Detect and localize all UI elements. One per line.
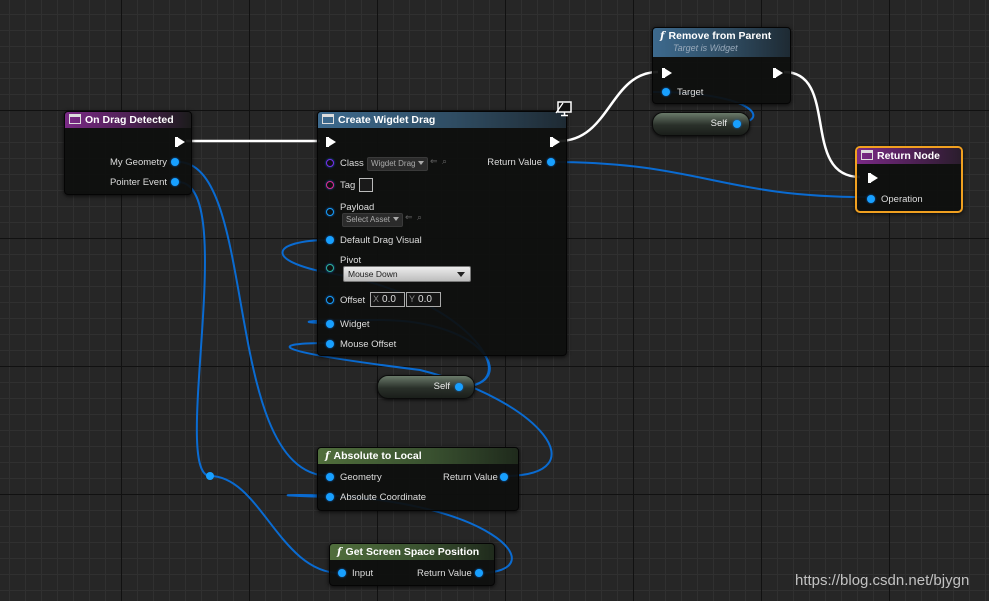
create-widget-drag-node[interactable]: Create Wigdet Drag Class Wigdet Drag ⇐ ⌕… (317, 111, 567, 356)
exec-out-pin[interactable] (773, 68, 783, 78)
geometry-pin[interactable] (326, 473, 334, 481)
x-axis-label: X (373, 294, 380, 304)
pivot-label: Pivot (340, 255, 362, 266)
exec-in-pin[interactable] (662, 68, 672, 78)
function-icon: f (337, 546, 342, 558)
absolute-coordinate-pin[interactable] (326, 493, 334, 501)
remove-from-parent-title: Remove from Parent (668, 30, 772, 42)
offset-label: Offset (340, 295, 366, 306)
browse-arrow-icon[interactable]: ⇐ (430, 156, 438, 167)
exec-out-pin[interactable] (175, 137, 185, 147)
return-node-icon (861, 150, 873, 160)
self-label: Self (710, 118, 727, 129)
pivot-dropdown-value: Mouse Down (348, 269, 398, 279)
pointer-event-label: Pointer Event (109, 177, 167, 188)
remove-from-parent-subtitle: Target is Widget (673, 43, 738, 53)
search-icon[interactable]: ⌕ (417, 212, 422, 223)
return-node[interactable]: Return Node Operation (855, 146, 963, 213)
mouse-offset-pin[interactable] (326, 340, 334, 348)
y-axis-label: Y (409, 294, 416, 304)
exec-wire-create-to-remove (558, 70, 659, 143)
remove-from-parent-header[interactable]: f Remove from Parent Target is Widget (653, 28, 790, 57)
chevron-down-icon (393, 217, 400, 221)
absolute-coordinate-label: Absolute Coordinate (340, 492, 427, 503)
return-node-title: Return Node (877, 150, 940, 162)
offset-pin[interactable] (326, 296, 334, 304)
offset-y-value: 0.0 (418, 294, 432, 305)
absolute-to-local-title: Absolute to Local (333, 450, 422, 462)
mouse-offset-label: Mouse Offset (340, 339, 397, 350)
offset-y-input[interactable]: Y 0.0 (406, 292, 441, 307)
widget-pin[interactable] (326, 320, 334, 328)
class-pin[interactable] (326, 159, 334, 167)
input-pin[interactable] (338, 569, 346, 577)
my-geometry-label: My Geometry (109, 157, 167, 168)
target-label: Target (677, 87, 704, 98)
offset-x-value: 0.0 (382, 294, 396, 305)
absolute-to-local-node[interactable]: f Absolute to Local Geometry Return Value… (317, 447, 519, 511)
class-label: Class (340, 158, 364, 169)
get-screen-space-position-title: Get Screen Space Position (345, 546, 480, 558)
return-value-pin[interactable] (547, 158, 555, 166)
payload-selector-value: Select Asset (346, 215, 391, 224)
pointer-event-pin[interactable] (171, 178, 179, 186)
create-widget-drag-title: Create Wigdet Drag (338, 114, 436, 126)
class-selector[interactable]: Wigdet Drag (367, 157, 428, 171)
chevron-down-icon (457, 272, 465, 277)
pivot-dropdown[interactable]: Mouse Down (343, 266, 471, 282)
operation-label: Operation (881, 194, 923, 205)
class-selector-value: Wigdet Drag (371, 159, 416, 168)
return-value-label: Return Value (443, 472, 498, 483)
function-icon: f (325, 450, 330, 462)
tag-checkbox[interactable] (359, 178, 373, 192)
return-value-pin[interactable] (475, 569, 483, 577)
absolute-to-local-header[interactable]: f Absolute to Local (318, 448, 518, 464)
data-wire-return-value-to-operation (550, 161, 867, 198)
search-icon[interactable]: ⌕ (442, 156, 447, 167)
self-pin[interactable] (455, 383, 463, 391)
return-value-label: Return Value (417, 568, 472, 579)
on-drag-detected-node[interactable]: On Drag Detected My Geometry Pointer Eve… (64, 111, 192, 195)
on-drag-detected-title: On Drag Detected (85, 114, 174, 126)
tag-pin[interactable] (326, 181, 334, 189)
event-node-icon (69, 114, 81, 124)
monitor-icon (555, 101, 572, 117)
exec-in-pin[interactable] (326, 137, 336, 147)
payload-pin[interactable] (326, 208, 334, 216)
return-node-header[interactable]: Return Node (857, 148, 961, 164)
tag-label: Tag (340, 180, 356, 191)
return-value-pin[interactable] (500, 473, 508, 481)
self-reference-node[interactable]: Self (652, 112, 750, 136)
watermark: https://blog.csdn.net/bjygn (795, 572, 970, 589)
self-pin[interactable] (733, 120, 741, 128)
remove-from-parent-node[interactable]: f Remove from Parent Target is Widget Targ… (652, 27, 791, 104)
self-label: Self (433, 381, 450, 392)
construct-node-icon (322, 114, 334, 124)
widget-label: Widget (340, 319, 370, 330)
payload-selector[interactable]: Select Asset (342, 213, 403, 227)
exec-out-pin[interactable] (550, 137, 560, 147)
get-screen-space-position-node[interactable]: f Get Screen Space Position Input Return … (329, 543, 495, 586)
on-drag-detected-header[interactable]: On Drag Detected (65, 112, 191, 128)
get-screen-space-position-header[interactable]: f Get Screen Space Position (330, 544, 494, 560)
exec-wire-remove-to-return (783, 70, 861, 179)
my-geometry-pin[interactable] (171, 158, 179, 166)
exec-in-pin[interactable] (868, 173, 878, 183)
chevron-down-icon (418, 161, 425, 165)
default-drag-visual-pin[interactable] (326, 236, 334, 244)
default-drag-visual-label: Default Drag Visual (340, 235, 422, 246)
create-widget-drag-header[interactable]: Create Wigdet Drag (318, 112, 566, 128)
operation-pin[interactable] (867, 195, 875, 203)
target-pin[interactable] (662, 88, 670, 96)
geometry-label: Geometry (340, 472, 382, 483)
offset-x-input[interactable]: X 0.0 (370, 292, 405, 307)
pivot-pin[interactable] (326, 264, 334, 272)
payload-label: Payload (340, 202, 375, 213)
reroute-knot (206, 472, 214, 480)
return-value-label: Return Value (487, 157, 542, 168)
input-label: Input (352, 568, 374, 579)
browse-arrow-icon[interactable]: ⇐ (405, 212, 413, 223)
function-icon: f (660, 30, 665, 42)
self-reference-node[interactable]: Self (377, 375, 475, 399)
